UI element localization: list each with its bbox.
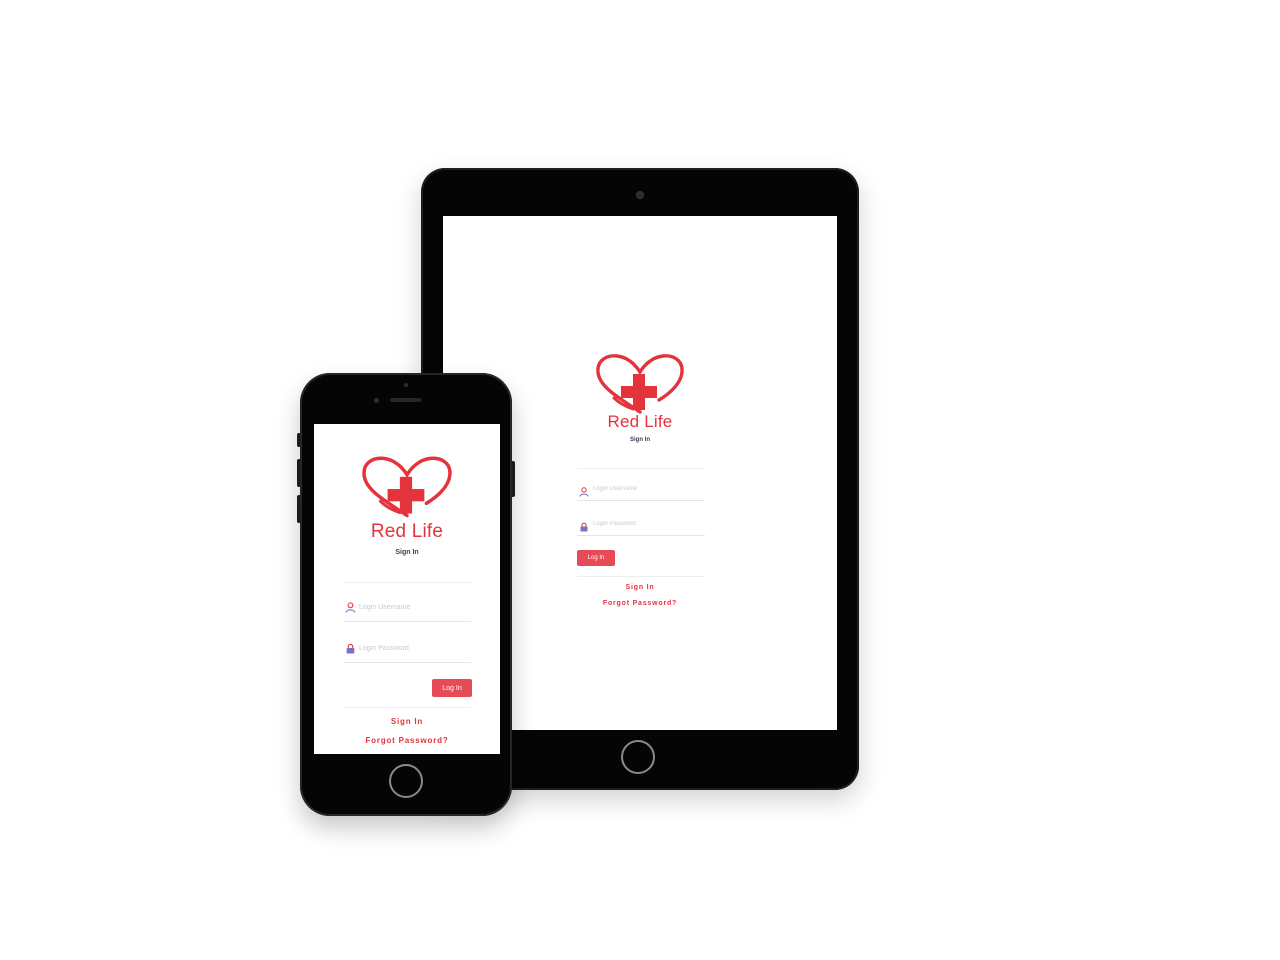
phone-screen: Red Life Sign In Login Username Log In S… (314, 424, 500, 754)
divider (577, 468, 705, 469)
username-input[interactable] (593, 484, 701, 494)
login-button[interactable]: Log In (577, 550, 615, 566)
divider (343, 707, 471, 708)
forgot-password-link[interactable]: Forgot Password? (314, 736, 500, 745)
divider (577, 576, 705, 577)
username-input[interactable] (359, 602, 467, 612)
password-input[interactable] (359, 643, 467, 653)
username-field (577, 474, 705, 501)
sign-in-link[interactable]: Sign In (314, 717, 500, 726)
brand-name: Red Life (370, 521, 444, 542)
mockup-stage: Red Life Sign In Login Username Log In S… (0, 0, 1280, 960)
page-title: Sign In (395, 549, 419, 556)
phone-speaker (390, 398, 422, 402)
phone-device: Red Life Sign In Login Username Log In S… (297, 373, 515, 816)
password-field (343, 635, 471, 663)
login-button[interactable]: Log In (432, 679, 472, 697)
phone-login-screen: Red Life Sign In Login Username Log In S… (314, 424, 500, 754)
lock-icon (579, 519, 589, 537)
phone-mute-switch (297, 433, 300, 447)
lock-icon (345, 641, 356, 659)
password-input[interactable] (593, 519, 701, 529)
divider (343, 582, 471, 583)
heart-plus-icon (359, 454, 455, 520)
phone-power-button (512, 461, 515, 497)
phone-home-button (389, 764, 423, 798)
tablet-camera (637, 192, 643, 198)
username-field (343, 594, 471, 622)
phone-sensor (404, 383, 408, 387)
user-icon (345, 600, 356, 618)
user-icon (579, 484, 589, 502)
phone-camera (374, 398, 379, 403)
tablet-home-button (621, 740, 655, 774)
password-field (577, 509, 705, 536)
phone-volume-up (297, 459, 300, 487)
phone-volume-down (297, 495, 300, 523)
heart-plus-icon (593, 354, 687, 414)
